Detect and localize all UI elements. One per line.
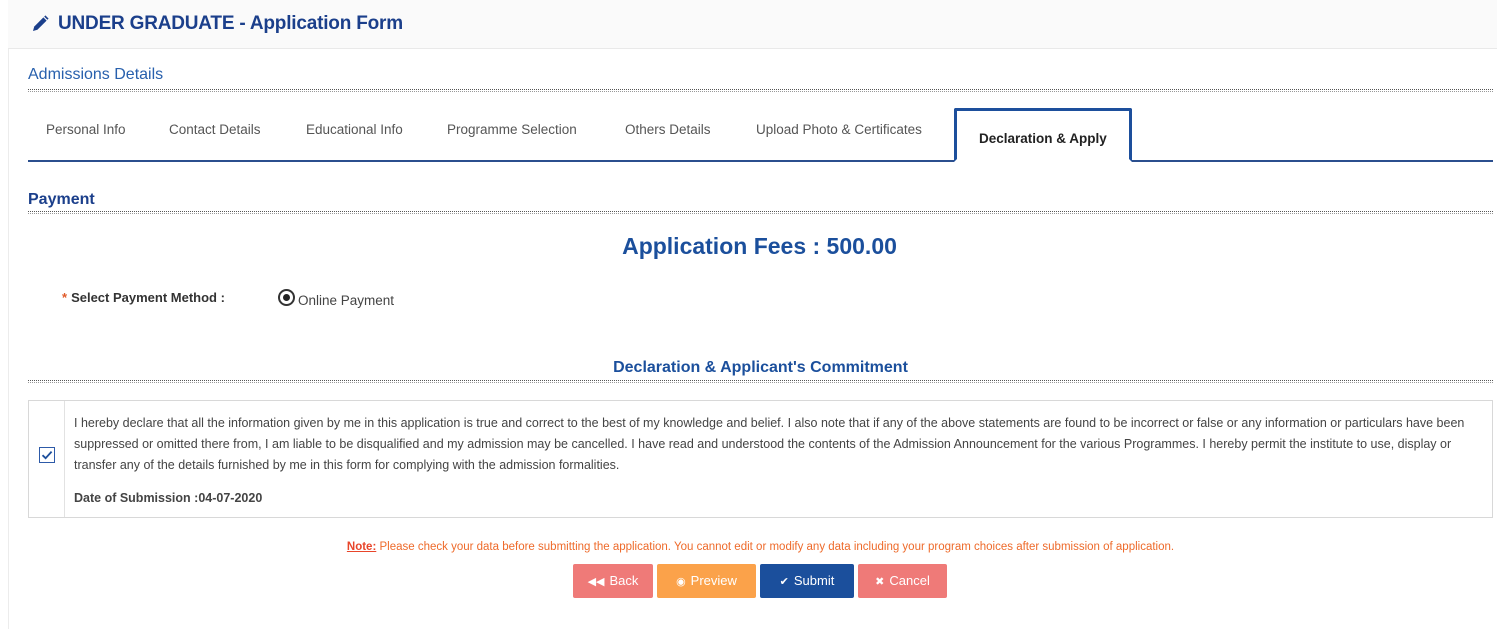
declaration-checkbox[interactable] <box>39 447 55 463</box>
submit-button[interactable]: ✔ Submit <box>760 564 854 598</box>
note-text: Please check your data before submitting… <box>379 541 1175 553</box>
check-icon: ✔ <box>779 576 789 588</box>
backward-icon: ◀◀ <box>587 576 605 588</box>
back-button[interactable]: ◀◀ Back <box>573 564 653 598</box>
tab-bar: Personal Info Contact Details Educationa… <box>28 108 1493 162</box>
check-icon <box>41 450 53 460</box>
declaration-box: I hereby declare that all the informatio… <box>28 400 1493 518</box>
note-label: Note: <box>346 541 377 553</box>
divider <box>28 91 1493 92</box>
pencil-icon <box>33 15 49 31</box>
submission-date: Date of Submission :04-07-2020 <box>74 491 262 505</box>
section-subtitle: Admissions Details <box>28 66 164 83</box>
tab-others-details[interactable]: Others Details <box>625 122 711 137</box>
submit-button-label: Submit <box>793 573 835 588</box>
cancel-button[interactable]: ✖ Cancel <box>858 564 947 598</box>
back-button-label: Back <box>609 573 639 588</box>
page-header: UNDER GRADUATE - Application Form <box>8 0 1497 49</box>
divider <box>28 213 1493 214</box>
payment-method-label: * Select Payment Method : <box>62 290 225 305</box>
divider <box>28 382 1493 383</box>
page-frame <box>8 0 1497 629</box>
tab-educational-info[interactable]: Educational Info <box>306 122 403 137</box>
tab-upload-photo-certificates[interactable]: Upload Photo & Certificates <box>756 122 922 137</box>
tab-programme-selection[interactable]: Programme Selection <box>447 122 577 137</box>
declaration-heading: Declaration & Applicant's Commitment <box>613 359 908 376</box>
divider <box>28 211 1493 212</box>
online-payment-radio[interactable] <box>278 289 295 306</box>
application-fees: Application Fees : 500.00 <box>622 233 897 259</box>
cancel-button-label: Cancel <box>889 573 930 588</box>
page-title: UNDER GRADUATE - Application Form <box>58 13 403 34</box>
times-icon: ✖ <box>875 576 885 588</box>
eye-icon: ◉ <box>676 576 686 588</box>
checkbox-cell <box>29 401 65 517</box>
required-marker: * <box>62 290 68 305</box>
divider <box>28 380 1493 381</box>
submission-date-value: 04-07-2020 <box>198 491 263 505</box>
preview-button-label: Preview <box>690 573 737 588</box>
tab-declaration-apply[interactable]: Declaration & Apply <box>954 108 1132 162</box>
submission-date-label: Date of Submission : <box>74 491 199 505</box>
declaration-text: I hereby declare that all the informatio… <box>74 416 1465 472</box>
preview-button[interactable]: ◉ Preview <box>657 564 756 598</box>
payment-heading: Payment <box>28 191 95 208</box>
tab-personal-info[interactable]: Personal Info <box>46 122 126 137</box>
divider <box>28 89 1493 90</box>
online-payment-label[interactable]: Online Payment <box>298 293 394 308</box>
payment-method-label-text: Select Payment Method : <box>71 290 225 305</box>
tab-contact-details[interactable]: Contact Details <box>169 122 261 137</box>
submission-note: Note: Please check your data before subm… <box>0 541 1499 553</box>
